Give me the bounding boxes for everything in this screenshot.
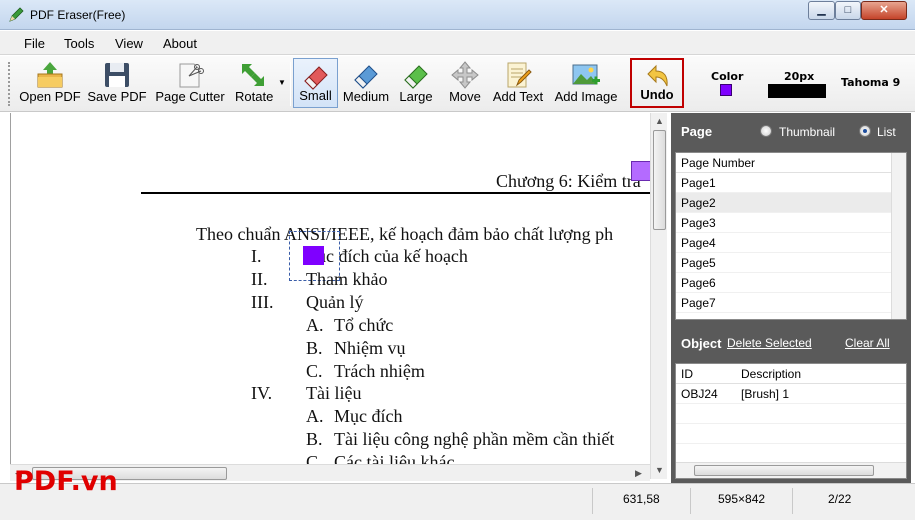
menu-about[interactable]: About <box>163 36 197 51</box>
move-arrows-icon <box>451 61 479 89</box>
undo-button[interactable]: Undo <box>630 58 684 108</box>
floppy-disk-icon <box>105 63 129 87</box>
object-list-empty-row <box>676 424 906 444</box>
thumbnail-radio[interactable] <box>760 125 772 137</box>
rotate-dropdown-icon[interactable]: ▼ <box>278 78 286 87</box>
scroll-up-arrow-icon[interactable]: ▲ <box>651 113 668 130</box>
doc-line-num: C. <box>306 361 323 381</box>
color-label: Color <box>711 70 744 83</box>
menu-tools[interactable]: Tools <box>64 36 94 51</box>
page-index: 2/22 <box>828 492 852 506</box>
large-eraser-icon <box>404 65 428 89</box>
save-pdf-button[interactable]: Save PDF <box>86 58 148 108</box>
doc-line-text: Quản lý <box>306 292 364 312</box>
page-cutter-button[interactable]: Page Cutter <box>152 58 228 108</box>
page-list-item[interactable]: Page3 <box>676 213 906 233</box>
doc-line-num: I. <box>251 246 262 266</box>
menu-view[interactable]: View <box>115 36 143 51</box>
font-label[interactable]: Tahoma 9 <box>841 76 900 89</box>
doc-line-num: A. <box>306 406 324 426</box>
doc-line-num: B. <box>306 338 323 358</box>
doc-chapter-header: Chương 6: Kiểm tra <box>496 171 641 191</box>
scroll-down-arrow-icon[interactable]: ▼ <box>651 462 668 479</box>
page-panel-header: Page Thumbnail List <box>681 124 896 139</box>
add-image-button[interactable]: Add Image <box>552 58 620 108</box>
doc-line-text: Mục đích <box>334 406 403 426</box>
object-panel-header: Object Delete Selected Clear All <box>681 336 890 351</box>
small-eraser-icon <box>304 66 328 90</box>
menu-bar: File Tools View About <box>0 31 915 55</box>
page-list-item[interactable]: Page2 <box>676 193 906 213</box>
doc-intro-line: Theo chuẩn ANSI/IEEE, kế hoạch đảm bảo c… <box>196 224 614 244</box>
page-list-item[interactable]: Page4 <box>676 233 906 253</box>
scroll-right-arrow-icon[interactable]: ▶ <box>630 465 647 482</box>
title-bar: PDF Eraser(Free) ▁ □ ✕ <box>0 0 915 30</box>
thumbnail-radio-label[interactable]: Thumbnail <box>779 125 835 139</box>
doc-line-num: IV. <box>251 383 273 403</box>
brush-size-preview[interactable] <box>768 84 826 98</box>
document-vertical-scrollbar[interactable]: ▲ ▼ <box>650 113 667 479</box>
window-title: PDF Eraser(Free) <box>30 8 126 22</box>
rotate-arrows-icon <box>242 64 264 86</box>
open-folder-icon <box>37 62 63 88</box>
object-list-item[interactable]: OBJ24 [Brush] 1 <box>676 384 906 404</box>
toolbar-grip[interactable] <box>8 62 11 106</box>
delete-selected-link[interactable]: Delete Selected <box>727 336 812 350</box>
doc-line-num: III. <box>251 292 274 312</box>
page-list-item[interactable]: Page7 <box>676 293 906 313</box>
page-list-scrollbar[interactable] <box>891 153 906 319</box>
brush-size-label: 20px <box>784 70 815 83</box>
page-list-header: Page Number <box>676 153 906 173</box>
page-size: 595×842 <box>718 492 766 506</box>
clear-all-link[interactable]: Clear All <box>845 336 890 350</box>
page-list-item[interactable]: Page6 <box>676 273 906 293</box>
page-list-item[interactable]: Page5 <box>676 253 906 273</box>
doc-line-text: Tài liệu <box>306 383 362 403</box>
toolbar-separator <box>290 62 291 106</box>
status-bar: 631,58 595×842 2/22 <box>0 483 915 520</box>
object-list-empty-row <box>676 404 906 424</box>
add-text-button[interactable]: Add Text <box>489 58 547 108</box>
object-list-scroll-thumb[interactable] <box>694 465 874 476</box>
object-list-scrollbar[interactable] <box>676 462 906 478</box>
doc-line-num: II. <box>251 269 268 289</box>
app-pencil-icon <box>9 7 24 22</box>
doc-line-text: Tổ chức <box>334 315 394 335</box>
brush-stroke-mark[interactable] <box>631 161 650 181</box>
doc-line-text: Tài liệu công nghệ phần mềm cần thiết <box>334 429 615 449</box>
rotate-button[interactable]: Rotate ▼ <box>232 58 288 108</box>
maximize-button[interactable]: □ <box>835 1 861 20</box>
brush-stroke-obj24[interactable] <box>303 246 324 265</box>
close-button[interactable]: ✕ <box>861 1 907 20</box>
menu-file[interactable]: File <box>24 36 45 51</box>
object-list[interactable]: ID Description OBJ24 [Brush] 1 <box>675 363 907 479</box>
document-view[interactable]: Chương 6: Kiểm tra Theo chuẩn ANSI/IEEE,… <box>10 113 650 465</box>
page-scissors-icon <box>179 63 204 88</box>
side-panel: Page Thumbnail List Page Number Page1 Pa… <box>671 113 911 483</box>
doc-line-num: B. <box>306 429 323 449</box>
pdfvn-watermark: PDF.vn <box>14 466 118 497</box>
small-brush-button[interactable]: Small <box>293 58 338 108</box>
large-brush-button[interactable]: Large <box>395 58 437 108</box>
note-pencil-icon <box>507 62 532 88</box>
vertical-scroll-thumb[interactable] <box>653 130 666 230</box>
doc-line-text: Nhiệm vụ <box>334 338 406 358</box>
cursor-coordinates: 631,58 <box>623 492 660 506</box>
move-button[interactable]: Move <box>446 58 484 108</box>
list-radio-label[interactable]: List <box>877 125 896 139</box>
doc-line-text: Trách nhiệm <box>334 361 425 381</box>
list-radio[interactable] <box>859 125 871 137</box>
object-list-header: ID Description <box>676 364 906 384</box>
medium-brush-button[interactable]: Medium <box>341 58 391 108</box>
page-list[interactable]: Page Number Page1 Page2 Page3 Page4 Page… <box>675 152 907 320</box>
doc-header-rule <box>141 192 650 194</box>
minimize-button[interactable]: ▁ <box>808 1 835 20</box>
doc-line-num: A. <box>306 315 324 335</box>
page-list-item[interactable]: Page1 <box>676 173 906 193</box>
doc-line-text: Tham khảo <box>306 269 388 289</box>
picture-add-icon <box>572 64 600 85</box>
brush-color-swatch[interactable] <box>720 84 732 96</box>
open-pdf-button[interactable]: Open PDF <box>18 58 82 108</box>
medium-eraser-icon <box>354 65 378 89</box>
